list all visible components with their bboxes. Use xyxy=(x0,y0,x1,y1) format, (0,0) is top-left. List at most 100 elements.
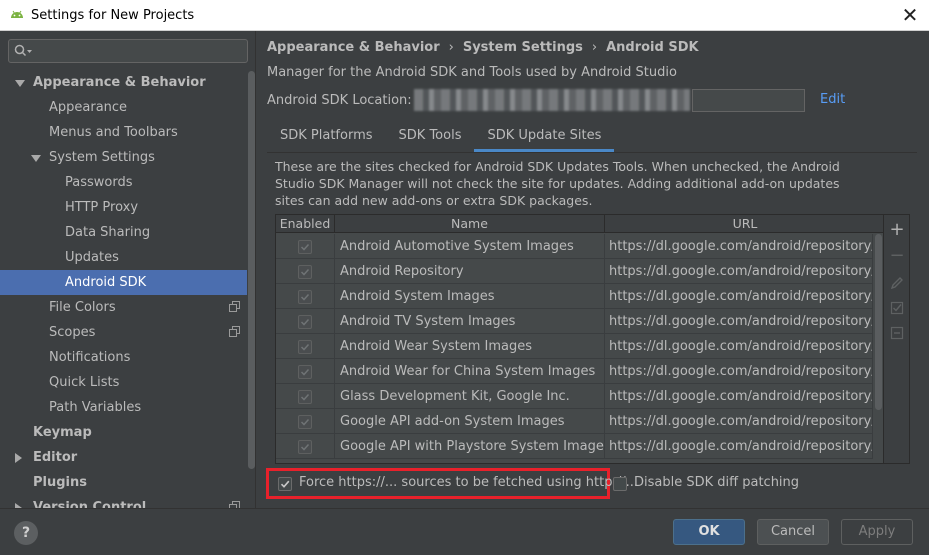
site-name-cell: Google API with Playstore System Images xyxy=(335,434,605,459)
table-scrollbar[interactable] xyxy=(875,234,883,463)
apply-button[interactable]: Apply xyxy=(841,519,913,545)
sidebar-item[interactable]: Appearance xyxy=(0,95,255,120)
sidebar-item[interactable]: Plugins xyxy=(0,470,255,495)
checkmark-icon xyxy=(300,293,310,301)
collapse-arrow-icon[interactable] xyxy=(15,453,22,463)
sidebar-item-label: System Settings xyxy=(49,150,155,165)
column-header-enabled[interactable]: Enabled xyxy=(276,215,335,233)
window-title: Settings for New Projects xyxy=(31,7,195,23)
ok-button[interactable]: OK xyxy=(673,519,745,545)
site-name-cell: Android System Images xyxy=(335,284,605,309)
site-name-cell: Glass Development Kit, Google Inc. xyxy=(335,384,605,409)
sidebar-item[interactable]: Keymap xyxy=(0,420,255,445)
breadcrumb: Appearance & Behavior › System Settings › An… xyxy=(267,40,699,55)
sidebar-item[interactable]: Data Sharing xyxy=(0,220,255,245)
expand-arrow-icon[interactable] xyxy=(15,80,25,87)
disable-diff-checkbox[interactable] xyxy=(613,477,627,491)
checkmark-icon xyxy=(300,343,310,351)
sidebar-scroll-thumb[interactable] xyxy=(248,71,255,469)
edit-icon[interactable] xyxy=(889,275,905,291)
sidebar-item-label: Menus and Toolbars xyxy=(49,125,178,140)
update-sites-table: Enabled Name URL Android Automotive Syst… xyxy=(275,214,884,464)
sidebar-item[interactable]: System Settings xyxy=(0,145,255,170)
sidebar-item[interactable]: Path Variables xyxy=(0,395,255,420)
column-header-name[interactable]: Name xyxy=(335,215,605,233)
enabled-checkbox[interactable] xyxy=(298,290,312,304)
force-https-checkbox[interactable] xyxy=(278,477,292,491)
enabled-cell xyxy=(276,284,335,309)
sidebar-item-label: Appearance xyxy=(49,100,128,115)
panel-description: Manager for the Android SDK and Tools us… xyxy=(267,65,677,80)
table-row[interactable]: Android TV System Images https://dl.googl… xyxy=(276,309,873,334)
sidebar-item[interactable]: HTTP Proxy xyxy=(0,195,255,220)
enabled-cell xyxy=(276,434,335,459)
check-all-icon[interactable] xyxy=(889,300,905,316)
enabled-checkbox[interactable] xyxy=(298,240,312,254)
checkmark-icon xyxy=(300,268,310,276)
site-url-cell: https://dl.google.com/android/repository… xyxy=(605,259,873,284)
sidebar-item[interactable]: Passwords xyxy=(0,170,255,195)
help-button[interactable]: ? xyxy=(14,521,38,545)
sidebar-item[interactable]: Appearance & Behavior xyxy=(0,70,255,95)
enabled-checkbox[interactable] xyxy=(298,390,312,404)
enabled-cell xyxy=(276,234,335,259)
search-icon xyxy=(14,44,32,57)
table-row[interactable]: Android Wear for China System Images http… xyxy=(276,359,873,384)
site-name-cell: Google API add-on System Images xyxy=(335,409,605,434)
uncheck-all-icon[interactable] xyxy=(889,325,905,341)
table-scroll-thumb[interactable] xyxy=(875,234,882,410)
sidebar-item-label: Data Sharing xyxy=(65,225,151,240)
sidebar-item[interactable]: Menus and Toolbars xyxy=(0,120,255,145)
sidebar-item[interactable]: Version Control xyxy=(0,495,255,508)
sidebar-item[interactable]: Editor xyxy=(0,445,255,470)
sidebar-item-label: Passwords xyxy=(65,175,133,190)
tab-sdk-tools[interactable]: SDK Tools xyxy=(386,124,475,152)
expand-arrow-icon[interactable] xyxy=(31,155,41,162)
tab-sdk-platforms[interactable]: SDK Platforms xyxy=(267,124,386,152)
android-sdk-panel: Appearance & Behavior › System Settings › An… xyxy=(257,31,929,508)
sidebar-item[interactable]: Notifications xyxy=(0,345,255,370)
sidebar-item[interactable]: Scopes xyxy=(0,320,255,345)
table-row[interactable]: Google API with Playstore System Images h… xyxy=(276,434,873,459)
checkmark-icon xyxy=(300,418,310,426)
enabled-checkbox[interactable] xyxy=(298,340,312,354)
force-https-label[interactable]: Force https://... sources to be fetched … xyxy=(299,475,638,490)
sidebar-item[interactable]: Quick Lists xyxy=(0,370,255,395)
sdk-location-label: Android SDK Location: xyxy=(267,93,412,108)
site-name-cell: Android Repository xyxy=(335,259,605,284)
edit-sdk-location-link[interactable]: Edit xyxy=(820,92,845,107)
enabled-checkbox[interactable] xyxy=(298,365,312,379)
cancel-button[interactable]: Cancel xyxy=(757,519,829,545)
sidebar-item-label: Path Variables xyxy=(49,400,142,415)
site-url-cell: https://dl.google.com/android/repository… xyxy=(605,434,873,459)
sidebar-item[interactable]: File Colors xyxy=(0,295,255,320)
site-url-cell: https://dl.google.com/android/repository… xyxy=(605,309,873,334)
settings-search-input[interactable] xyxy=(8,39,248,63)
enabled-checkbox[interactable] xyxy=(298,315,312,329)
close-button[interactable]: ✕ xyxy=(899,4,921,26)
column-header-url[interactable]: URL xyxy=(605,215,883,233)
sidebar-scrollbar[interactable] xyxy=(247,71,255,508)
tab-sdk-update-sites[interactable]: SDK Update Sites xyxy=(474,124,615,152)
sdk-location-redacted xyxy=(414,89,690,111)
table-row[interactable]: Google API add-on System Images https://d… xyxy=(276,409,873,434)
remove-icon[interactable]: − xyxy=(889,247,905,265)
add-icon[interactable]: + xyxy=(889,221,905,239)
table-row[interactable]: Android System Images https://dl.google.c… xyxy=(276,284,873,309)
site-url-cell: https://dl.google.com/android/repository… xyxy=(605,284,873,309)
enabled-checkbox[interactable] xyxy=(298,265,312,279)
table-row[interactable]: Android Repository https://dl.google.com/… xyxy=(276,259,873,284)
sdk-location-field[interactable] xyxy=(692,89,805,112)
sidebar-item-label: Notifications xyxy=(49,350,131,365)
table-row[interactable]: Glass Development Kit, Google Inc. https:… xyxy=(276,384,873,409)
table-row[interactable]: Android Automotive System Images https://… xyxy=(276,234,873,259)
enabled-checkbox[interactable] xyxy=(298,415,312,429)
enabled-cell xyxy=(276,359,335,384)
title-bar: Settings for New Projects ✕ xyxy=(0,0,929,31)
enabled-cell xyxy=(276,384,335,409)
sidebar-item[interactable]: Updates xyxy=(0,245,255,270)
sidebar-item[interactable]: Android SDK xyxy=(0,270,255,295)
enabled-checkbox[interactable] xyxy=(298,440,312,454)
disable-diff-label[interactable]: Disable SDK diff patching xyxy=(634,475,799,490)
table-row[interactable]: Android Wear System Images https://dl.goo… xyxy=(276,334,873,359)
